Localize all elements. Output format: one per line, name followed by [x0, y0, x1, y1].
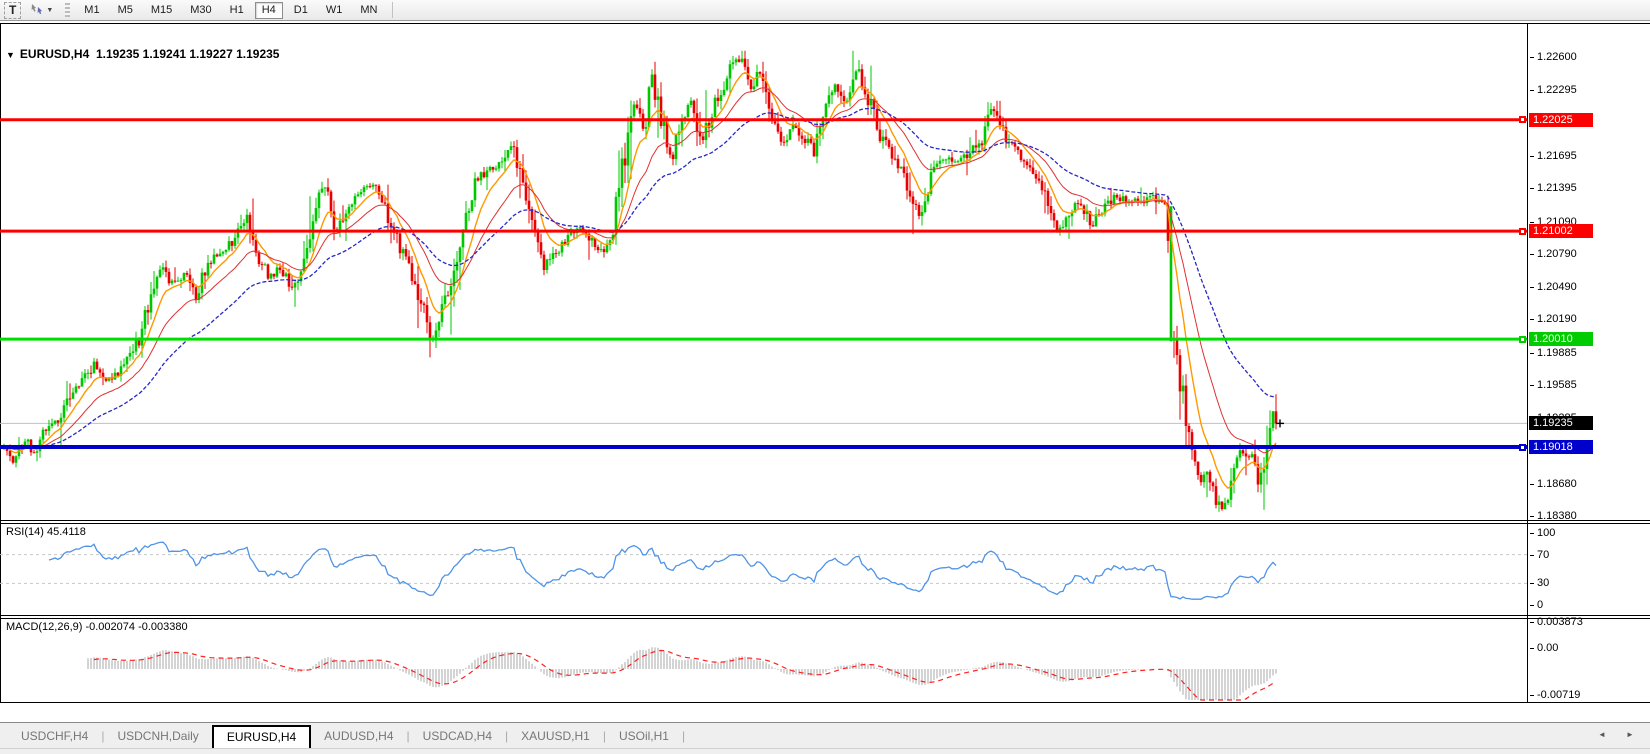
text-tool-button[interactable]: T — [4, 2, 21, 19]
price-tick-label: 1.20790 — [1530, 248, 1577, 260]
tick-dash — [1530, 156, 1534, 157]
tick-dash — [1530, 622, 1534, 623]
tick-dash — [1530, 533, 1534, 534]
timeframe-buttons: M1 M5M15M30 H1H4D1W1MN — [75, 2, 386, 19]
tick-dash — [1530, 385, 1534, 386]
timeframe-button-d1[interactable]: D1 — [287, 2, 315, 19]
chart-menu-icon[interactable]: ▼ — [6, 50, 15, 60]
tick-dash — [1530, 254, 1534, 255]
macd-tick-label: 0.00 — [1530, 642, 1558, 654]
toolbar-divider — [392, 2, 393, 18]
chart-symbol-title: EURUSD,H4 — [20, 47, 89, 61]
tab-eurusd-h4[interactable]: EURUSD,H4 — [212, 725, 311, 748]
macd-indicator-label: MACD(12,26,9) -0.002074 -0.003380 — [6, 621, 188, 633]
line-right-marker — [1519, 444, 1526, 451]
price-line-label-119235: 1.19235 — [1529, 416, 1593, 430]
price-tick-label: 1.22295 — [1530, 84, 1577, 96]
tick-dash — [1530, 605, 1534, 606]
timeframe-button-mn[interactable]: MN — [353, 2, 384, 19]
candlestick-chart[interactable] — [0, 24, 1527, 520]
timeframe-button-w1[interactable]: W1 — [319, 2, 350, 19]
price-tick-label: 1.20190 — [1530, 313, 1577, 325]
tab-usoil-h1[interactable]: USOil,H1 — [606, 727, 682, 746]
price-tick-label: 1.22600 — [1530, 51, 1577, 63]
tick-dash — [1530, 516, 1534, 517]
rsi-indicator-label: RSI(14) 45.4118 — [6, 526, 86, 538]
tab-xauusd-h1[interactable]: XAUUSD,H1 — [508, 727, 603, 746]
tick-dash — [1530, 222, 1534, 223]
timeframe-button-h1[interactable]: H1 — [223, 2, 251, 19]
main-pane-bottom-border — [0, 520, 1650, 521]
price-tick-label: 1.19885 — [1530, 347, 1577, 359]
rsi-tick-label: 30 — [1530, 577, 1549, 589]
rsi-indicator-chart[interactable] — [0, 524, 1527, 615]
chart-tab-bar: USDCHF,H4 | USDCNH,DailyEURUSD,H4AUDUSD,H4… — [0, 722, 1650, 748]
rsi-tick-label: 100 — [1530, 527, 1555, 539]
price-tick-label: 1.20490 — [1530, 281, 1577, 293]
price-line-label-120010: 1.20010 — [1529, 332, 1593, 346]
tab-scroll-left-icon[interactable]: ◄ — [1598, 730, 1606, 739]
tick-dash — [1530, 188, 1534, 189]
line-right-marker — [1519, 116, 1526, 123]
arrows-icon — [29, 3, 43, 18]
tab-separator: | — [682, 727, 685, 746]
top-toolbar: T ▼ M1 M5M15M30 H1H4D1W1MN — [0, 0, 1650, 21]
price-line-label-121002: 1.21002 — [1529, 224, 1593, 238]
tab-usdcad-h4[interactable]: USDCAD,H4 — [410, 727, 505, 746]
rsi-tick-label: 0 — [1530, 599, 1543, 611]
tick-dash — [1530, 353, 1534, 354]
chart-area: ▼ EURUSD,H4 1.19235 1.19241 1.19227 1.192… — [0, 21, 1650, 754]
price-tick-label: 1.21395 — [1530, 182, 1577, 194]
timeframe-button-m15[interactable]: M15 — [144, 2, 179, 19]
price-line-label-119018: 1.19018 — [1529, 440, 1593, 454]
tick-dash — [1530, 319, 1534, 320]
arrows-tool-button[interactable]: ▼ — [23, 2, 59, 19]
rsi-pane-bottom-border — [0, 615, 1650, 616]
tick-dash — [1530, 90, 1534, 91]
timeframe-button-m5[interactable]: M5 — [111, 2, 140, 19]
toolbar-grip — [65, 3, 70, 17]
tab-usdchf-h4[interactable]: USDCHF,H4 — [8, 727, 101, 746]
line-right-marker — [1519, 228, 1526, 235]
price-line-label-122025: 1.22025 — [1529, 113, 1593, 127]
chart-header: ▼ EURUSD,H4 1.19235 1.19241 1.19227 1.192… — [6, 47, 279, 61]
tick-dash — [1530, 695, 1534, 696]
price-axis-border — [1527, 23, 1528, 703]
statusbar-strip — [0, 748, 1650, 754]
macd-tick-label: 0.003873 — [1530, 616, 1583, 628]
timeframe-button-m1[interactable]: M1 — [77, 2, 106, 19]
tick-dash — [1530, 57, 1534, 58]
rsi-tick-label: 70 — [1530, 549, 1549, 561]
tick-dash — [1530, 287, 1534, 288]
tab-scroll-right-icon[interactable]: ► — [1626, 730, 1634, 739]
macd-indicator-chart[interactable] — [0, 619, 1527, 702]
tick-dash — [1530, 555, 1534, 556]
tick-dash — [1530, 583, 1534, 584]
tick-dash — [1530, 648, 1534, 649]
chart-ohlc-values: 1.19235 1.19241 1.19227 1.19235 — [96, 47, 280, 61]
macd-pane-bottom-border — [0, 702, 1650, 703]
macd-tick-label: -0.00719 — [1530, 689, 1580, 701]
tick-dash — [1530, 484, 1534, 485]
timeframe-button-m30[interactable]: M30 — [183, 2, 218, 19]
tab-audusd-h4[interactable]: AUDUSD,H4 — [311, 727, 406, 746]
timeframe-button-h4[interactable]: H4 — [255, 2, 283, 19]
mt4-terminal-window: T ▼ M1M5M15M30H1H4D1W1MN ▼EURUSD,H4 1 — [0, 0, 1650, 754]
line-right-marker — [1519, 336, 1526, 343]
price-tick-label: 1.18380 — [1530, 510, 1577, 522]
price-tick-label: 1.18680 — [1530, 478, 1577, 490]
price-tick-label: 1.19585 — [1530, 379, 1577, 391]
price-tick-label: 1.21695 — [1530, 150, 1577, 162]
chevron-down-icon: ▼ — [46, 7, 53, 14]
tab-usdcnh-daily[interactable]: USDCNH,Daily — [104, 727, 211, 746]
